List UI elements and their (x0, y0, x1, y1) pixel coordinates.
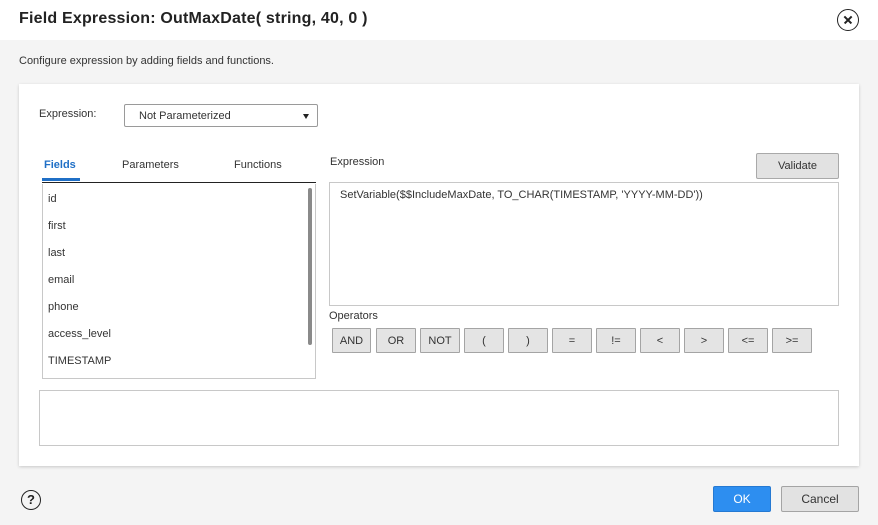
expression-text[interactable]: SetVariable($$IncludeMaxDate, TO_CHAR(TI… (340, 189, 703, 201)
field-item-id[interactable]: id (48, 193, 57, 205)
operator-greater-equal-button[interactable]: >= (772, 328, 812, 353)
operator-open-paren-button[interactable]: ( (464, 328, 504, 353)
operators-label: Operators (329, 310, 378, 322)
operator-less-equal-button[interactable]: <= (728, 328, 768, 353)
tab-functions[interactable]: Functions (234, 159, 282, 171)
cancel-button[interactable]: Cancel (781, 486, 859, 512)
field-item-phone[interactable]: phone (48, 301, 79, 313)
operator-greater-than-button[interactable]: > (684, 328, 724, 353)
field-item-first[interactable]: first (48, 220, 66, 232)
field-item-access-level[interactable]: access_level (48, 328, 111, 340)
operator-equals-button[interactable]: = (552, 328, 592, 353)
ok-button[interactable]: OK (713, 486, 771, 512)
fields-list[interactable]: id first last email phone access_level T… (42, 184, 316, 379)
help-icon[interactable]: ? (21, 490, 41, 510)
expression-editor[interactable]: SetVariable($$IncludeMaxDate, TO_CHAR(TI… (329, 182, 839, 306)
expression-select-label: Expression: (39, 108, 97, 120)
dropdown-arrow-icon (303, 114, 309, 119)
operator-not-button[interactable]: NOT (420, 328, 460, 353)
description-box (39, 390, 839, 446)
field-item-timestamp[interactable]: TIMESTAMP (48, 355, 111, 367)
expression-select-value: Not Parameterized (139, 110, 231, 122)
field-item-last[interactable]: last (48, 247, 65, 259)
operator-and-button[interactable]: AND (332, 328, 371, 353)
dialog-header: Field Expression: OutMaxDate( string, 40… (0, 0, 878, 40)
operator-close-paren-button[interactable]: ) (508, 328, 548, 353)
active-tab-indicator (42, 178, 80, 181)
field-item-email[interactable]: email (48, 274, 74, 286)
expression-editor-label: Expression (330, 156, 385, 168)
close-icon[interactable] (837, 9, 859, 31)
validate-button[interactable]: Validate (756, 153, 839, 179)
operator-not-equals-button[interactable]: != (596, 328, 636, 353)
expression-parameter-select[interactable]: Not Parameterized (124, 104, 318, 127)
tab-fields[interactable]: Fields (44, 159, 76, 171)
dialog-subtitle: Configure expression by adding fields an… (19, 55, 274, 67)
dialog-title: Field Expression: OutMaxDate( string, 40… (19, 10, 368, 27)
fields-scrollbar[interactable] (308, 188, 312, 345)
tab-parameters[interactable]: Parameters (122, 159, 179, 171)
operator-or-button[interactable]: OR (376, 328, 416, 353)
expression-panel: Expression: Not Parameterized Fields Par… (19, 84, 859, 466)
operator-less-than-button[interactable]: < (640, 328, 680, 353)
field-tabs: Fields Parameters Functions (42, 156, 316, 183)
